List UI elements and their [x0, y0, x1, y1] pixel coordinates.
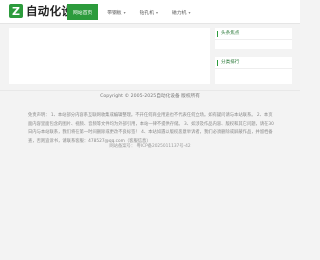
nav-item-magnetic-machine[interactable]: 磁力机 ▾ [167, 4, 195, 20]
nav-item-label: 钻孔机 [139, 10, 155, 16]
disclaimer-text: 免责声明： 1、本站部分内容系互联网收集或编辑整理。不开任何商业用途也不代表任何… [28, 113, 274, 144]
copyright-text: Copyright © 2005-2025自动化设备 版权所有 [100, 94, 200, 99]
chevron-down-icon: ▾ [156, 9, 159, 15]
nav-item-home[interactable]: 网站首页 [67, 4, 99, 20]
main-content-panel [9, 28, 210, 84]
nav-item-label: 带钢板 [107, 10, 122, 16]
logo-icon: Z [9, 4, 23, 18]
main-nav: 网站首页 带钢板 ▾ 钻孔机 ▾ 磁力机 ▾ [67, 4, 195, 20]
sidebar-box-title: 头条焦点 [217, 31, 239, 37]
chevron-down-icon: ▾ [188, 9, 191, 15]
sidebar-box-ranking: 分类排行 [215, 57, 292, 84]
footer-divider [0, 90, 300, 91]
sidebar-box-headlines: 头条焦点 [215, 28, 292, 49]
nav-item-label: 磁力机 [172, 10, 187, 16]
nav-item-label: 网站首页 [73, 10, 93, 16]
divider [215, 39, 292, 40]
logo-letter: Z [12, 4, 20, 18]
sidebar-box-title: 分类排行 [217, 60, 239, 66]
nav-item-steel-strip[interactable]: 带钢板 ▾ [102, 4, 130, 20]
nav-item-drilling-machine[interactable]: 钻孔机 ▾ [135, 4, 163, 20]
icp-record-link[interactable]: 网站备案号： 粤ICP备2025011137号-42 [0, 143, 300, 149]
divider [215, 68, 292, 69]
chevron-down-icon: ▾ [123, 9, 126, 15]
site-header: Z 自动化设备 网站首页 带钢板 ▾ 钻孔机 ▾ 磁力机 ▾ [0, 0, 300, 24]
